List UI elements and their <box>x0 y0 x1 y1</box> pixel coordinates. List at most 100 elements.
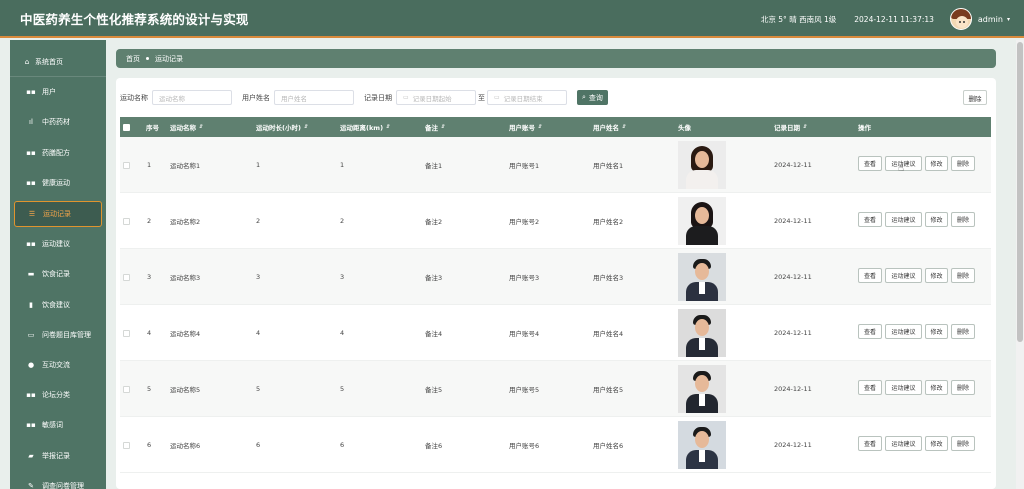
table-row: 1 运动名称1 1 1 备注1 用户账号1 用户姓名1 2024-12-11 查看 运动建议 修改删… <box>120 137 991 193</box>
sidebar-item-diet-suggestions[interactable]: ▮ 饮食建议 <box>10 292 106 318</box>
batch-delete-button[interactable]: 删除 <box>963 90 987 105</box>
sidebar-item-forum-category[interactable]: ▪▪ 论坛分类 <box>10 382 106 408</box>
view-button[interactable]: 查看 <box>858 380 882 395</box>
suggest-button[interactable]: 运动建议 <box>885 268 922 283</box>
username[interactable]: admin <box>978 15 1003 24</box>
clipboard-icon: ▮ <box>29 301 33 309</box>
sidebar-item-label: 问卷题目库管理 <box>42 331 91 339</box>
edit-button[interactable]: 修改 <box>925 212 948 227</box>
sidebar-item-diet-records[interactable]: ▬ 饮食记录 <box>10 261 106 287</box>
sidebar-item-health-exercise[interactable]: ▪▪ 健康运动 <box>10 170 106 196</box>
col-note[interactable]: 备注 ⇵ <box>425 117 445 137</box>
col-duration[interactable]: 运动时长(小时) ⇵ <box>256 117 308 137</box>
sort-icon: ⇵ <box>803 124 808 130</box>
exercise-name-input[interactable]: 运动名称 <box>152 90 232 105</box>
table-row: 3 运动名称3 3 3 备注3 用户账号3 用户姓名3 2024-12-11 查看 运动建议 修改删… <box>120 249 991 305</box>
row-checkbox[interactable] <box>123 385 130 393</box>
sidebar-item-surveys[interactable]: ✎ 调查问卷管理 <box>10 473 106 489</box>
cell-distance: 3 <box>340 273 345 281</box>
delete-button[interactable]: 删除 <box>951 324 975 339</box>
label-record-date: 记录日期 <box>364 93 392 102</box>
col-date[interactable]: 记录日期 ⇵ <box>774 117 807 137</box>
sidebar-item-reports[interactable]: ▰ 举报记录 <box>10 443 106 469</box>
cell-note: 备注3 <box>425 274 443 282</box>
delete-button[interactable]: 删除 <box>951 268 975 283</box>
edit-button[interactable]: 修改 <box>925 156 948 171</box>
cell-distance: 2 <box>340 217 345 225</box>
edit-button[interactable]: 修改 <box>925 380 948 395</box>
date-start-placeholder: 记录日期起始 <box>412 94 452 103</box>
select-all-checkbox[interactable] <box>123 117 130 137</box>
row-checkbox[interactable] <box>123 441 130 449</box>
row-checkbox[interactable] <box>123 217 130 225</box>
col-distance[interactable]: 运动距离(km) ⇵ <box>340 117 390 137</box>
sidebar-item-home[interactable]: ⌂ 系统首页 <box>10 49 106 75</box>
sort-icon: ⇵ <box>538 124 543 130</box>
view-button[interactable]: 查看 <box>858 156 882 171</box>
sidebar-item-exercise-records[interactable]: ☰ 运动记录 <box>14 201 102 227</box>
avatar[interactable] <box>949 8 972 30</box>
sidebar-item-question-bank[interactable]: ▭ 问卷题目库管理 <box>10 322 106 348</box>
suggest-button[interactable]: 运动建议 <box>885 436 922 451</box>
suggest-button[interactable]: 运动建议 <box>885 380 922 395</box>
delete-button[interactable]: 删除 <box>951 212 975 227</box>
sidebar-item-forum[interactable]: ● 互动交流 <box>10 352 106 378</box>
sidebar-item-herbs[interactable]: ıl 中药药材 <box>10 109 106 135</box>
cell-distance: 5 <box>340 385 345 393</box>
table-row: 5 运动名称5 5 5 备注5 用户账号5 用户姓名5 2024-12-11 查看 运动建议 修改删… <box>120 361 991 417</box>
user-name-input[interactable]: 用户姓名 <box>274 90 354 105</box>
bar-chart-icon: ıl <box>29 118 33 126</box>
avatar-photo[interactable] <box>678 141 726 189</box>
sidebar-item-recipes[interactable]: ▪▪ 药膳配方 <box>10 140 106 166</box>
suggest-button[interactable]: 运动建议 <box>885 212 922 227</box>
date-end-input[interactable]: ▭ 记录日期结束 <box>487 90 567 105</box>
main-panel: 运动名称 运动名称 用户姓名 用户姓名 记录日期 ▭ 记录日期起始 至 ▭ 记录日期… <box>116 78 996 489</box>
row-checkbox[interactable] <box>123 161 130 169</box>
scrollbar[interactable] <box>1016 40 1024 489</box>
edit-button[interactable]: 修改 <box>925 324 948 339</box>
sidebar-item-label: 系统首页 <box>35 58 63 66</box>
table-row: 4 运动名称4 4 4 备注4 用户账号4 用户姓名4 2024-12-11 查看 运动建议 修改删… <box>120 305 991 361</box>
sidebar: ⌂ 系统首页 ▪▪ 用户 ıl 中药药材 ▪▪ 药膳配方 ▪▪ 健康运动 ☰ 运… <box>10 40 106 489</box>
view-button[interactable]: 查看 <box>858 324 882 339</box>
col-user[interactable]: 用户姓名 ⇵ <box>593 117 626 137</box>
comment-icon: ▰ <box>28 452 34 460</box>
cell-distance: 6 <box>340 441 345 449</box>
delete-button[interactable]: 删除 <box>951 380 975 395</box>
delete-button[interactable]: 删除 <box>951 436 975 451</box>
view-button[interactable]: 查看 <box>858 436 882 451</box>
avatar-photo[interactable] <box>678 309 726 357</box>
col-name[interactable]: 运动名称 ⇵ <box>170 117 203 137</box>
cell-duration: 3 <box>256 273 261 281</box>
col-account[interactable]: 用户账号 ⇵ <box>509 117 542 137</box>
edit-button[interactable]: 修改 <box>925 436 948 451</box>
sidebar-item-users[interactable]: ▪▪ 用户 <box>10 79 106 105</box>
avatar-photo[interactable] <box>678 253 726 301</box>
cell-duration: 2 <box>256 217 261 225</box>
search-button[interactable]: ⌕ 查询 <box>577 90 608 105</box>
avatar-photo[interactable] <box>678 365 726 413</box>
scrollbar-thumb[interactable] <box>1017 42 1023 342</box>
calendar-icon: ▭ <box>403 94 409 101</box>
row-checkbox[interactable] <box>123 329 130 337</box>
view-button[interactable]: 查看 <box>858 268 882 283</box>
avatar-photo[interactable] <box>678 197 726 245</box>
sidebar-item-label: 中药药材 <box>42 118 70 126</box>
delete-button[interactable]: 删除 <box>951 156 975 171</box>
sidebar-item-sensitive-words[interactable]: ▪▪ 敏感词 <box>10 412 106 438</box>
cell-account: 用户账号4 <box>509 330 540 338</box>
cell-account: 用户账号2 <box>509 218 540 226</box>
sort-icon: ⇵ <box>303 124 309 130</box>
calendar-icon: ▭ <box>494 94 500 101</box>
view-button[interactable]: 查看 <box>858 212 882 227</box>
chevron-down-icon[interactable]: ▾ <box>1007 16 1010 23</box>
avatar-photo[interactable] <box>678 421 726 469</box>
row-checkbox[interactable] <box>123 273 130 281</box>
date-start-input[interactable]: ▭ 记录日期起始 <box>396 90 476 105</box>
breadcrumb-home[interactable]: 首页 <box>126 54 140 64</box>
suggest-button[interactable]: 运动建议 <box>885 324 922 339</box>
edit-button[interactable]: 修改 <box>925 268 948 283</box>
sidebar-divider <box>10 76 106 77</box>
cell-date: 2024-12-11 <box>774 329 812 337</box>
sidebar-item-exercise-suggestions[interactable]: ▪▪ 运动建议 <box>10 231 106 257</box>
